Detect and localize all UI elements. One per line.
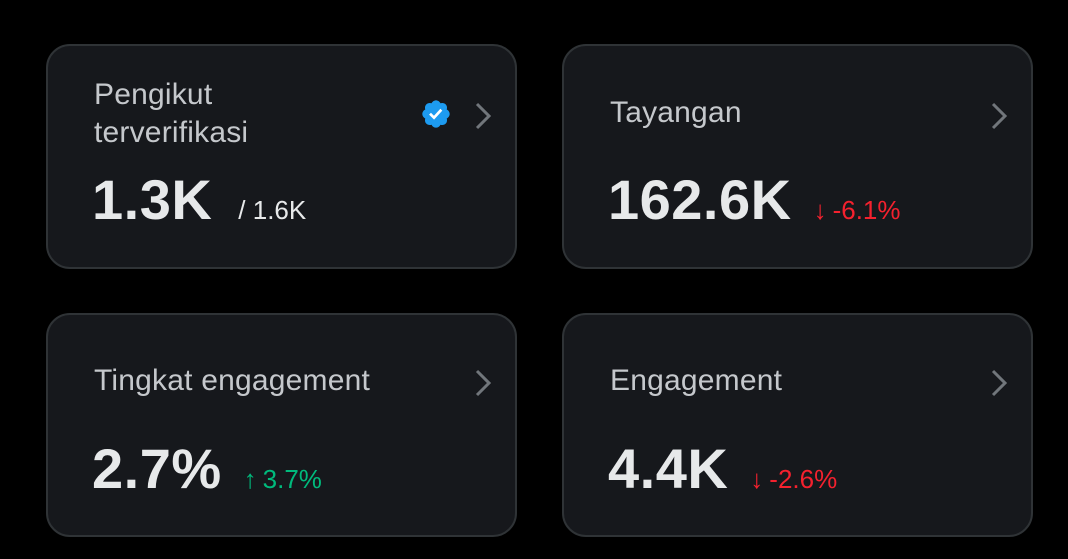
card-label: Tayangan bbox=[610, 96, 742, 129]
chevron-right-icon bbox=[471, 367, 495, 399]
change-indicator: ↓ -2.6% bbox=[750, 464, 837, 495]
card-value-row: 4.4K ↓ -2.6% bbox=[608, 437, 837, 501]
change-indicator: ↑ 3.7% bbox=[244, 464, 322, 495]
change-value: 3.7% bbox=[262, 464, 322, 494]
verified-badge-icon bbox=[420, 98, 452, 130]
card-value-row: 2.7% ↑ 3.7% bbox=[92, 437, 322, 501]
card-value: 162.6K bbox=[608, 168, 792, 231]
arrow-up-icon: ↑ bbox=[243, 464, 257, 494]
stat-card-impressions[interactable]: Tayangan 162.6K ↓ -6.1% bbox=[562, 44, 1033, 269]
chevron-right-icon bbox=[987, 100, 1011, 132]
card-value: 2.7% bbox=[92, 437, 222, 500]
card-label: Pengikut terverifikasi bbox=[94, 78, 249, 149]
card-label: Engagement bbox=[610, 364, 783, 397]
stat-card-engagement-rate[interactable]: Tingkat engagement 2.7% ↑ 3.7% bbox=[46, 313, 517, 537]
stat-card-engagement[interactable]: Engagement 4.4K ↓ -2.6% bbox=[562, 313, 1033, 537]
card-value-row: 162.6K ↓ -6.1% bbox=[608, 168, 901, 232]
card-label: Tingkat engagement bbox=[94, 364, 371, 397]
change-value: -6.1% bbox=[832, 195, 901, 225]
chevron-right-icon bbox=[987, 367, 1011, 399]
arrow-down-icon: ↓ bbox=[750, 464, 764, 494]
card-value-row: 1.3K / 1.6K bbox=[92, 168, 306, 232]
chevron-right-icon bbox=[471, 100, 495, 132]
arrow-down-icon: ↓ bbox=[813, 195, 827, 225]
card-total: / 1.6K bbox=[238, 195, 307, 225]
card-value: 4.4K bbox=[608, 437, 729, 500]
change-value: -2.6% bbox=[769, 464, 838, 494]
stat-card-verified-followers[interactable]: Pengikut terverifikasi 1.3K / 1.6K bbox=[46, 44, 517, 269]
change-indicator: ↓ -6.1% bbox=[814, 195, 901, 226]
card-value: 1.3K bbox=[92, 168, 213, 231]
